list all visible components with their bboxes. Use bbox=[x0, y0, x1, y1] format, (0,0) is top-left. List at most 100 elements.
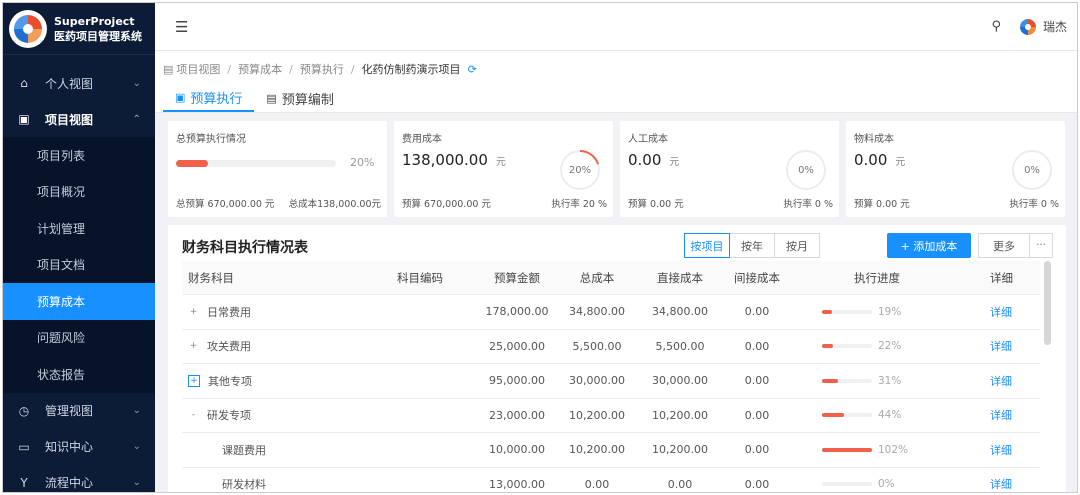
progress-fill bbox=[822, 309, 832, 314]
sidebar-group-label: 流程中心 bbox=[45, 476, 94, 490]
detail-link-text[interactable]: 详细 bbox=[990, 304, 1012, 320]
detail-link-text[interactable]: 详细 bbox=[990, 407, 1012, 423]
detail-link[interactable]: 详细 bbox=[990, 364, 1012, 398]
panel-title: 财务科目执行情况表 bbox=[182, 240, 308, 256]
sidebar-group-flow[interactable]: Y 流程中心 ⌄ bbox=[3, 465, 155, 493]
cell-budget: 23,000.00 bbox=[489, 408, 545, 422]
sidebar-item-issues[interactable]: 问题风险 bbox=[3, 319, 155, 356]
card-title: 物料成本 bbox=[854, 134, 894, 145]
sidebar-item-documents[interactable]: 项目文档 bbox=[3, 246, 155, 283]
segment-by-year[interactable]: 按年 bbox=[729, 233, 775, 258]
progress-bar bbox=[822, 378, 872, 383]
detail-link[interactable]: 详细 bbox=[990, 295, 1012, 329]
sidebar-group-label: 项目视图 bbox=[45, 112, 94, 127]
card-value: 138,000.00 bbox=[402, 151, 488, 169]
subject-name: 研发材料 bbox=[222, 478, 266, 492]
sidebar-item-plan[interactable]: 计划管理 bbox=[3, 210, 155, 247]
progress-bar bbox=[822, 344, 872, 349]
refresh-icon[interactable]: ⟳ bbox=[468, 63, 477, 76]
column-header: 科目编码 bbox=[397, 270, 443, 285]
progress-fill bbox=[822, 413, 844, 418]
progress-bar bbox=[822, 482, 872, 487]
card-unit: 元 bbox=[495, 157, 506, 168]
expand-icon[interactable]: + bbox=[188, 374, 200, 387]
detail-link[interactable]: 详细 bbox=[990, 468, 1012, 493]
clock-icon: ◷ bbox=[18, 403, 30, 418]
detail-link[interactable]: 详细 bbox=[990, 330, 1012, 364]
sidebar-group-knowledge[interactable]: ▭ 知识中心 ⌄ bbox=[3, 429, 155, 465]
card-title: 人工成本 bbox=[628, 134, 668, 145]
tab-budget-execution[interactable]: ▣ 预算执行 bbox=[163, 85, 255, 112]
detail-link[interactable]: 详细 bbox=[990, 399, 1012, 433]
progress-fill bbox=[822, 378, 838, 383]
breadcrumb-item[interactable]: 预算执行 bbox=[300, 61, 344, 77]
menu-toggle-icon[interactable]: ☰ bbox=[175, 18, 188, 36]
card-title: 费用成本 bbox=[402, 134, 442, 145]
detail-link-text[interactable]: 详细 bbox=[990, 338, 1012, 354]
table-row: + 其他专项 95,000.00 30,000.00 30,000.00 0.00 31% 详… bbox=[182, 364, 1040, 399]
brand: SuperProject 医药项目管理系统 bbox=[3, 3, 155, 55]
brand-name: SuperProject bbox=[54, 14, 135, 28]
user-name[interactable]: 瑞杰 bbox=[1043, 18, 1067, 35]
cell-progress: 0% bbox=[822, 468, 952, 493]
avatar[interactable] bbox=[1019, 18, 1037, 36]
sidebar-group-project[interactable]: ▣ 项目视图 ⌃ bbox=[3, 101, 155, 137]
detail-link-text[interactable]: 详细 bbox=[990, 476, 1012, 492]
progress-pct: 44% bbox=[878, 409, 902, 422]
card-footer-right: 总成本138,000.00元 bbox=[288, 199, 381, 210]
collapse-icon[interactable]: - bbox=[188, 410, 199, 421]
detail-link-text[interactable]: 详细 bbox=[990, 442, 1012, 458]
progress-pct: 0% bbox=[878, 478, 895, 491]
breadcrumb-current: 化药仿制药演示项目 bbox=[361, 63, 461, 76]
sidebar-item-status-report[interactable]: 状态报告 bbox=[3, 356, 155, 393]
sidebar-group-personal[interactable]: ⌂ 个人视图 ⌄ bbox=[3, 65, 155, 101]
cell-indirect: 0.00 bbox=[744, 374, 770, 388]
table-row: 课题费用 10,000.00 10,200.00 10,200.00 0.00 102% 详… bbox=[182, 433, 1040, 468]
card-unit: 元 bbox=[669, 157, 680, 168]
cell-subject: - 研发专项 bbox=[188, 399, 251, 433]
expand-icon[interactable]: + bbox=[188, 306, 199, 317]
sidebar-group-management[interactable]: ◷ 管理视图 ⌄ bbox=[3, 393, 155, 429]
top-bar: ☰ ⚲ 瑞杰 bbox=[155, 3, 1077, 51]
segment-by-project[interactable]: 按项目 bbox=[684, 233, 730, 258]
cell-budget: 10,000.00 bbox=[489, 443, 545, 457]
home-icon: ⌂ bbox=[20, 76, 28, 90]
cell-progress: 31% bbox=[822, 364, 952, 398]
breadcrumb: ▤ 项目视图 / 预算成本 / 预算执行 / 化药仿制药演示项目 ⟳ bbox=[163, 61, 477, 77]
cell-indirect: 0.00 bbox=[744, 477, 770, 491]
cell-progress: 19% bbox=[822, 295, 952, 329]
search-icon[interactable]: ⚲ bbox=[991, 19, 1001, 34]
expand-icon[interactable]: + bbox=[188, 341, 199, 352]
sidebar-item-budget[interactable]: 预算成本 bbox=[3, 283, 155, 320]
card-footer-right: 执行率 0 % bbox=[783, 199, 833, 210]
add-cost-button[interactable]: + 添加成本 bbox=[887, 233, 971, 258]
segment-by-month[interactable]: 按月 bbox=[774, 233, 820, 258]
sidebar: SuperProject 医药项目管理系统 ⌂ 个人视图 ⌄ ▣ 项目视图 ⌃ … bbox=[3, 3, 155, 493]
cell-progress: 22% bbox=[822, 330, 952, 364]
sidebar-item-project-list[interactable]: 项目列表 bbox=[3, 137, 155, 174]
card-overall-budget: 总预算执行情况 20% 总预算 670,000.00 元 总成本138,000.… bbox=[168, 121, 387, 217]
more-button[interactable]: 更多 bbox=[978, 233, 1030, 258]
breadcrumb-item[interactable]: 预算成本 bbox=[238, 61, 282, 77]
column-header: 财务科目 bbox=[188, 270, 234, 285]
detail-link[interactable]: 详细 bbox=[990, 433, 1012, 467]
tab-budget-planning[interactable]: ▤ 预算编制 bbox=[254, 85, 345, 112]
detail-link-text[interactable]: 详细 bbox=[990, 373, 1012, 389]
table-scrollbar[interactable] bbox=[1044, 261, 1051, 345]
column-header: 间接成本 bbox=[734, 270, 780, 285]
table-row: - 研发专项 23,000.00 10,200.00 10,200.00 0.00 44% 详… bbox=[182, 399, 1040, 433]
cell-total: 0.00 bbox=[584, 477, 610, 491]
overall-progress-fill bbox=[176, 160, 208, 167]
card-footer-left: 预算 670,000.00 元 bbox=[402, 199, 491, 210]
card-footer-left: 预算 0.00 元 bbox=[628, 199, 684, 210]
sidebar-nav: ⌂ 个人视图 ⌄ ▣ 项目视图 ⌃ 项目列表 项目概况 计划管理 项目文档 预算… bbox=[3, 55, 155, 493]
more-options-icon[interactable]: ··· bbox=[1029, 233, 1053, 258]
cell-budget: 13,000.00 bbox=[489, 477, 545, 491]
progress-bar bbox=[822, 413, 872, 418]
card-title: 总预算执行情况 bbox=[176, 134, 246, 145]
card-footer-right: 执行率 0 % bbox=[1009, 199, 1059, 210]
cell-total: 10,200.00 bbox=[569, 443, 625, 457]
breadcrumb-item[interactable]: 项目视图 bbox=[176, 61, 220, 77]
sidebar-item-project-overview[interactable]: 项目概况 bbox=[3, 173, 155, 210]
table-row: + 攻关费用 25,000.00 5,500.00 5,500.00 0.00 22% 详细 bbox=[182, 330, 1040, 364]
